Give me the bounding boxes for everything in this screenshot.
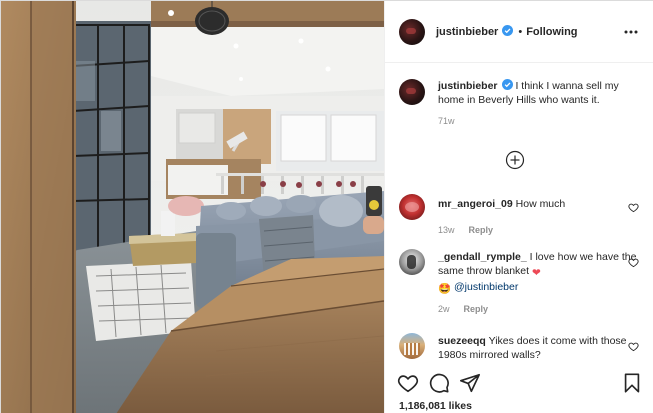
comment-like-heart-icon[interactable] bbox=[628, 202, 639, 213]
star-struck-emoji: 🤩 bbox=[438, 283, 452, 295]
bookmark-icon[interactable] bbox=[621, 372, 643, 394]
author-avatar[interactable] bbox=[399, 18, 425, 45]
post-photo[interactable] bbox=[1, 1, 384, 413]
author-username[interactable]: justinbieber bbox=[436, 25, 514, 38]
caption-meta: 71w bbox=[438, 116, 644, 126]
commenter-avatar[interactable] bbox=[399, 333, 425, 359]
heart-icon[interactable] bbox=[397, 372, 419, 394]
post-dialog: justinbieber • Following justinbieber I … bbox=[0, 0, 653, 413]
post-header: justinbieber • Following bbox=[385, 1, 653, 63]
comment-age: 2w bbox=[438, 304, 450, 314]
plus-circle-icon[interactable] bbox=[505, 150, 525, 170]
following-button[interactable]: Following bbox=[526, 26, 577, 38]
verified-badge-icon bbox=[501, 79, 513, 90]
verified-badge-icon bbox=[502, 25, 514, 36]
comment-body: How much bbox=[515, 198, 566, 210]
commenter-avatar[interactable] bbox=[399, 194, 425, 220]
more-options-icon[interactable] bbox=[624, 25, 638, 39]
comment-text: mr_angeroi_09 How much bbox=[438, 194, 565, 220]
caption-username[interactable]: justinbieber bbox=[438, 80, 498, 92]
header-separator: • bbox=[518, 25, 523, 38]
mention-link[interactable]: @justinbieber bbox=[454, 281, 518, 293]
comment-meta: 2w Reply bbox=[438, 304, 644, 314]
commenter-username[interactable]: _gendall_rymple_ bbox=[438, 251, 527, 263]
comment-item: suezeeqq Yikes does it come with those 1… bbox=[399, 333, 644, 360]
commenter-username[interactable]: mr_angeroi_09 bbox=[438, 198, 513, 210]
likes-count[interactable]: 1,186,081 likes bbox=[399, 400, 472, 412]
post-side-panel: justinbieber • Following justinbieber I … bbox=[384, 1, 653, 413]
red-heart-emoji: ❤ bbox=[531, 267, 541, 279]
action-bar bbox=[385, 366, 653, 396]
comment-age: 13w bbox=[438, 225, 455, 235]
caption-avatar[interactable] bbox=[399, 79, 425, 105]
comment-text: suezeeqq Yikes does it come with those 1… bbox=[438, 333, 644, 360]
comment-meta: 13w Reply bbox=[438, 225, 644, 235]
comment-item: mr_angeroi_09 How much 13w Reply bbox=[399, 194, 644, 235]
post-caption: justinbieber I think I wanna sell my hom… bbox=[399, 79, 644, 126]
commenter-username[interactable]: suezeeqq bbox=[438, 335, 486, 347]
reply-button[interactable]: Reply bbox=[464, 304, 489, 314]
reply-button[interactable]: Reply bbox=[469, 225, 494, 235]
share-icon[interactable] bbox=[459, 372, 481, 394]
comment-icon[interactable] bbox=[428, 372, 450, 394]
living-room-photo bbox=[1, 1, 384, 413]
comment-like-heart-icon[interactable] bbox=[628, 257, 639, 268]
comment-item: _gendall_rymple_ I love how we have the … bbox=[399, 249, 644, 314]
comments-list[interactable]: justinbieber I think I wanna sell my hom… bbox=[385, 64, 653, 360]
comment-like-heart-icon[interactable] bbox=[628, 341, 639, 352]
caption-age: 71w bbox=[438, 116, 455, 126]
caption-text: justinbieber I think I wanna sell my hom… bbox=[438, 79, 644, 107]
comment-text: _gendall_rymple_ I love how we have the … bbox=[438, 249, 644, 296]
commenter-avatar[interactable] bbox=[399, 249, 425, 275]
